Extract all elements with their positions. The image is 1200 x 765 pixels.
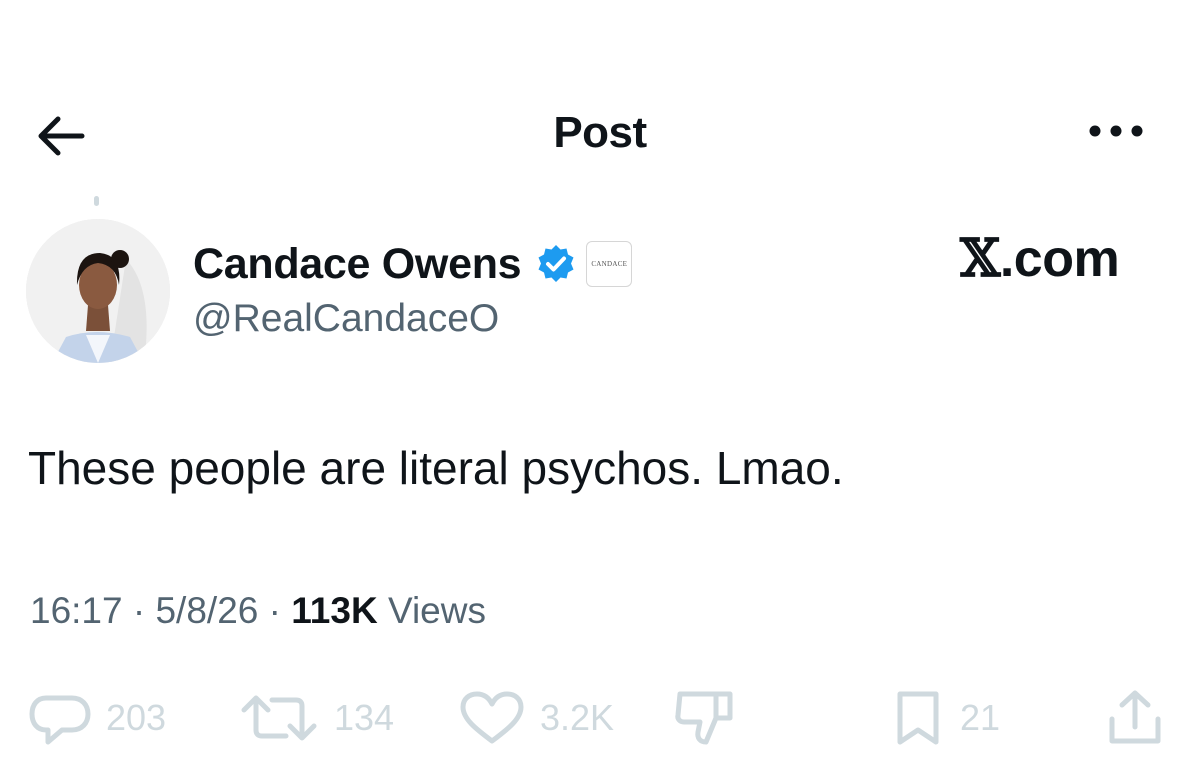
- bookmark-button[interactable]: 21: [890, 688, 1000, 748]
- share-icon: [1109, 690, 1161, 744]
- post-date[interactable]: 5/8/26: [155, 590, 258, 631]
- repost-count: 134: [334, 697, 395, 738]
- x-logo: 𝕏: [960, 228, 1000, 289]
- views-count[interactable]: 113K: [291, 590, 377, 631]
- profile-photo: [26, 219, 170, 363]
- verified-badge-icon[interactable]: [535, 243, 577, 285]
- author-display-name[interactable]: Candace Owens: [193, 240, 522, 289]
- like-icon: [460, 691, 524, 744]
- meta-separator: ·: [122, 590, 156, 631]
- post-text: These people are literal psychos. Lmao.: [28, 442, 844, 494]
- dislike-button[interactable]: [672, 688, 738, 748]
- like-button[interactable]: 3.2K: [458, 688, 614, 748]
- reply-count: 203: [106, 697, 167, 738]
- author-handle[interactable]: @RealCandaceO: [193, 297, 499, 341]
- repost-button[interactable]: 134: [238, 688, 394, 748]
- watermark: 𝕏.com: [960, 228, 1120, 289]
- dislike-icon: [675, 691, 733, 745]
- author-name-row: Candace Owens CANDACE: [193, 234, 633, 294]
- more-button[interactable]: [1086, 116, 1146, 146]
- more-icon: [1089, 125, 1143, 137]
- post-meta: 16:17 · 5/8/26 · 113K Views: [30, 590, 486, 632]
- watermark-domain: .com: [999, 230, 1120, 288]
- affiliate-badge-label: CANDACE: [591, 260, 628, 268]
- repost-icon: [241, 695, 317, 741]
- bookmark-icon: [897, 691, 939, 745]
- thread-connector: [94, 196, 99, 206]
- page-title: Post: [553, 108, 647, 157]
- reply-button[interactable]: 203: [28, 688, 166, 748]
- post-time[interactable]: 16:17: [30, 590, 123, 631]
- reply-icon: [29, 695, 91, 745]
- like-count: 3.2K: [540, 697, 615, 738]
- bookmark-count: 21: [960, 697, 1001, 738]
- avatar[interactable]: [26, 219, 170, 363]
- affiliate-badge[interactable]: CANDACE: [586, 241, 633, 287]
- views-label[interactable]: Views: [378, 590, 486, 631]
- meta-separator: ·: [258, 590, 292, 631]
- share-button[interactable]: [1106, 688, 1164, 748]
